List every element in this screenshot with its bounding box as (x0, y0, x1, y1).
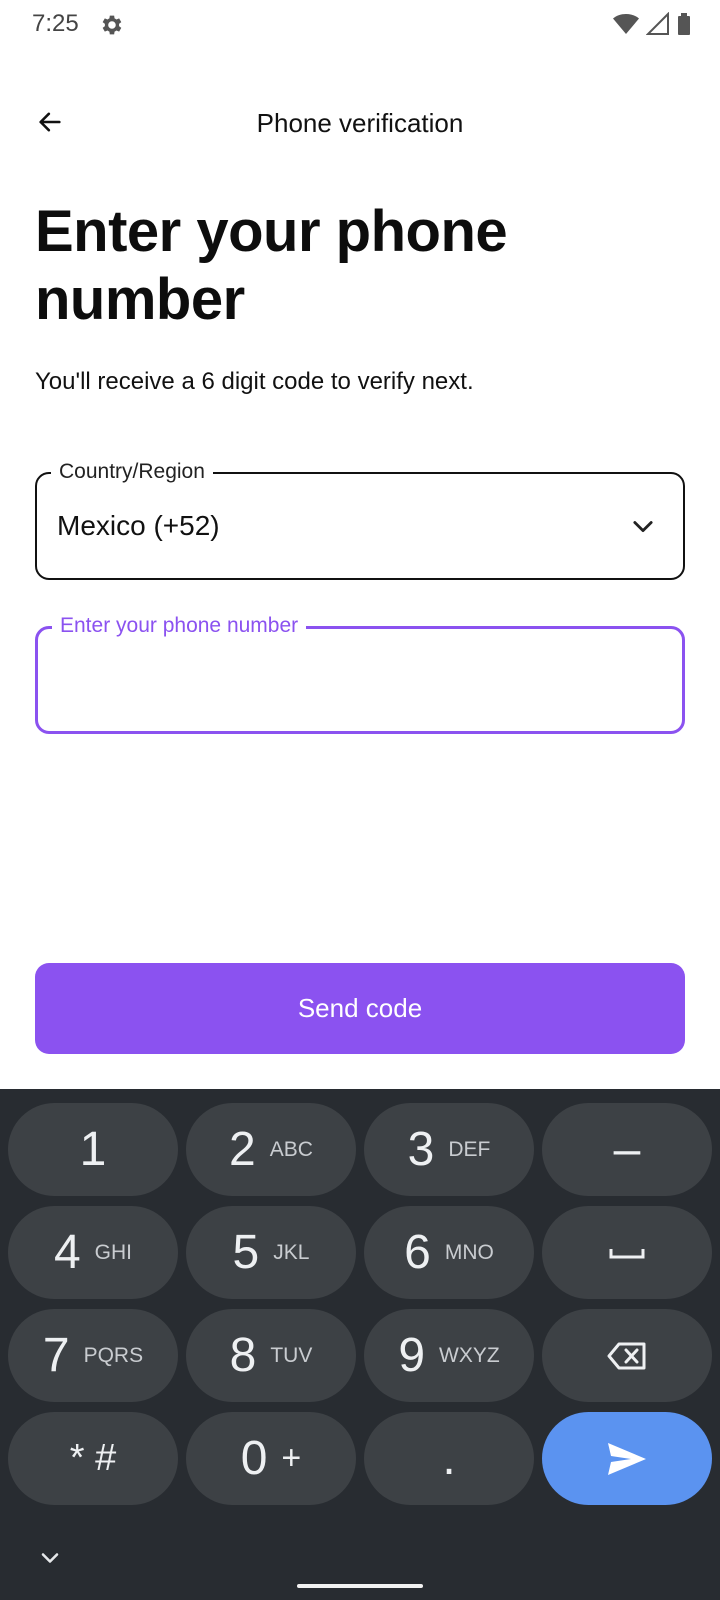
key-label: 0 (240, 1432, 268, 1485)
country-region-label: Country/Region (51, 460, 213, 484)
backspace-icon (607, 1341, 647, 1371)
key-sublabel: ABC (269, 1137, 313, 1161)
key-label: 6 (404, 1226, 431, 1279)
key-space[interactable] (542, 1206, 712, 1299)
key-sublabel: MNO (444, 1240, 494, 1264)
key-4[interactable]: 4 GHI (8, 1206, 178, 1299)
page-title: Phone verification (256, 108, 464, 138)
status-icons (612, 12, 692, 36)
key-3[interactable]: 3 DEF (364, 1103, 534, 1196)
key-–[interactable]: – (542, 1103, 712, 1196)
phone-number-field[interactable]: Enter your phone number (35, 614, 685, 734)
key-send[interactable] (542, 1412, 712, 1505)
key-sublabel: WXYZ (439, 1343, 500, 1367)
numeric-keyboard: 1 2 ABC 3 DEF – 4 GHI 5 JKL 6 MNO 7 PQRS 8 TUV 9 WXYZ * # 0… (0, 1089, 720, 1600)
key-sublabel: JKL (273, 1240, 310, 1264)
key-sublabel: + (281, 1439, 302, 1477)
key-label: 3 (407, 1123, 435, 1176)
key-6[interactable]: 6 MNO (364, 1206, 534, 1299)
chevron-down-icon (633, 521, 653, 533)
space-icon (607, 1243, 647, 1263)
home-indicator (297, 1584, 423, 1588)
phone-number-label: Enter your phone number (52, 614, 307, 638)
country-region-value: Mexico (+52) (57, 510, 220, 541)
send-code-button[interactable]: Send code (35, 963, 685, 1054)
key-8[interactable]: 8 TUV (186, 1309, 356, 1402)
key-label: . (442, 1432, 456, 1485)
key-5[interactable]: 5 JKL (186, 1206, 356, 1299)
app-bar: Phone verification (0, 90, 720, 160)
key-7[interactable]: 7 PQRS (8, 1309, 178, 1402)
key-9[interactable]: 9 WXYZ (364, 1309, 534, 1402)
key-sublabel: TUV (270, 1343, 313, 1367)
key-backspace[interactable] (542, 1309, 712, 1402)
key-2[interactable]: 2 ABC (186, 1103, 356, 1196)
battery-icon (678, 13, 690, 35)
status-bar: 7:25 (0, 0, 720, 52)
key-label: * # (69, 1437, 117, 1479)
status-time: 7:25 (32, 10, 79, 37)
signal-icon (646, 12, 669, 35)
key-0[interactable]: 0 + (186, 1412, 356, 1505)
key-label: 7 (42, 1329, 70, 1382)
key-sublabel: DEF (448, 1137, 491, 1161)
gear-icon (102, 15, 122, 35)
key-*#[interactable]: * # (8, 1412, 178, 1505)
key-label: 5 (232, 1226, 260, 1279)
key-1[interactable]: 1 (8, 1103, 178, 1196)
wifi-icon (613, 14, 639, 34)
key-label: 8 (229, 1329, 257, 1382)
key-label: 9 (398, 1329, 426, 1382)
country-region-select[interactable]: Country/Region Mexico (+52) (35, 460, 685, 580)
subtitle: You'll receive a 6 digit code to verify … (35, 368, 474, 395)
key-sublabel: PQRS (83, 1343, 144, 1367)
key-label: – (613, 1123, 641, 1176)
keyboard-collapse-icon[interactable] (36, 1544, 64, 1572)
heading: Enter your phone number (35, 199, 508, 332)
key-sublabel: GHI (94, 1240, 133, 1264)
key-.[interactable]: . (364, 1412, 534, 1505)
key-label: 2 (229, 1123, 256, 1176)
send-icon (606, 1441, 648, 1477)
key-label: 1 (79, 1123, 107, 1176)
key-label: 4 (53, 1226, 81, 1279)
